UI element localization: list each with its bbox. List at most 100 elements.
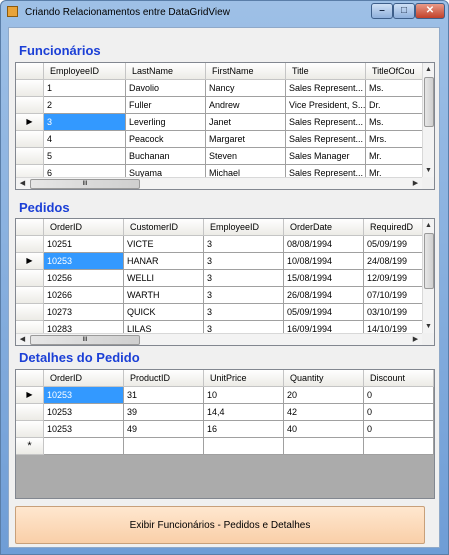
employees-cell[interactable]: 4 bbox=[44, 131, 126, 148]
employees-cell[interactable]: Leverling bbox=[126, 114, 206, 131]
orders-cell[interactable]: 08/08/1994 bbox=[284, 236, 364, 253]
employees-row-header[interactable] bbox=[16, 97, 44, 114]
employees-cell[interactable]: Margaret bbox=[206, 131, 286, 148]
orders-cell[interactable]: 3 bbox=[204, 270, 284, 287]
details-column-header[interactable]: OrderID bbox=[44, 370, 124, 387]
employees-horizontal-scrollbar[interactable]: ◀ III ▶ bbox=[16, 177, 422, 189]
employees-cell[interactable]: Buchanan bbox=[126, 148, 206, 165]
employees-row-header[interactable]: ▶ bbox=[16, 114, 44, 131]
orders-column-header[interactable]: OrderDate bbox=[284, 219, 364, 236]
employees-vertical-scrollbar[interactable]: ▲ ▼ bbox=[422, 63, 434, 177]
employees-cell[interactable]: Dr. bbox=[366, 97, 422, 114]
orders-cell[interactable]: 3 bbox=[204, 253, 284, 270]
orders-cell[interactable]: 26/08/1994 bbox=[284, 287, 364, 304]
orders-row-header[interactable] bbox=[16, 321, 44, 333]
orders-cell[interactable]: 3 bbox=[204, 304, 284, 321]
details-row-header[interactable] bbox=[16, 404, 44, 421]
employees-cell[interactable]: 1 bbox=[44, 80, 126, 97]
details-cell[interactable]: 0 bbox=[364, 387, 434, 404]
scroll-down-arrow-icon[interactable]: ▼ bbox=[423, 165, 434, 176]
orders-column-header[interactable]: EmployeeID bbox=[204, 219, 284, 236]
scroll-left-arrow-icon[interactable]: ◀ bbox=[17, 334, 28, 345]
orders-cell[interactable]: 10253 bbox=[44, 253, 124, 270]
employees-cell[interactable]: Vice President, S... bbox=[286, 97, 366, 114]
details-new-row-cell[interactable] bbox=[44, 438, 124, 455]
orders-cell[interactable]: 24/08/199 bbox=[364, 253, 422, 270]
employees-column-header[interactable]: Title bbox=[286, 63, 366, 80]
orders-row-header[interactable] bbox=[16, 270, 44, 287]
employees-cell[interactable]: Ms. bbox=[366, 114, 422, 131]
orders-cell[interactable]: 10/08/1994 bbox=[284, 253, 364, 270]
orders-vertical-scrollbar[interactable]: ▲ ▼ bbox=[422, 219, 434, 333]
details-cell[interactable]: 40 bbox=[284, 421, 364, 438]
details-row-header[interactable] bbox=[16, 421, 44, 438]
orders-cell[interactable]: 3 bbox=[204, 287, 284, 304]
orders-horizontal-scroll-thumb[interactable]: III bbox=[30, 335, 140, 345]
details-cell[interactable]: 10253 bbox=[44, 404, 124, 421]
employees-cell[interactable]: 5 bbox=[44, 148, 126, 165]
details-cell[interactable]: 10 bbox=[204, 387, 284, 404]
details-cell[interactable]: 0 bbox=[364, 421, 434, 438]
orders-cell[interactable]: 3 bbox=[204, 236, 284, 253]
orders-row-header[interactable] bbox=[16, 304, 44, 321]
orders-cell[interactable]: HANAR bbox=[124, 253, 204, 270]
orders-cell[interactable]: WELLI bbox=[124, 270, 204, 287]
orders-cell[interactable]: 05/09/1994 bbox=[284, 304, 364, 321]
employees-column-header[interactable]: FirstName bbox=[206, 63, 286, 80]
details-cell[interactable]: 49 bbox=[124, 421, 204, 438]
employees-cell[interactable]: Nancy bbox=[206, 80, 286, 97]
details-cell[interactable]: 0 bbox=[364, 404, 434, 421]
details-cell[interactable]: 42 bbox=[284, 404, 364, 421]
employees-cell[interactable]: Suyama bbox=[126, 165, 206, 177]
employees-cell[interactable]: Mr. bbox=[366, 165, 422, 177]
scroll-up-arrow-icon[interactable]: ▲ bbox=[423, 64, 434, 75]
employees-row-header[interactable] bbox=[16, 80, 44, 97]
show-all-button[interactable]: Exibir Funcionários - Pedidos e Detalhes bbox=[15, 506, 425, 544]
employees-column-header[interactable]: TitleOfCou bbox=[366, 63, 422, 80]
employees-cell[interactable]: Sales Manager bbox=[286, 148, 366, 165]
details-cell[interactable]: 10253 bbox=[44, 387, 124, 404]
scroll-right-arrow-icon[interactable]: ▶ bbox=[410, 178, 421, 189]
title-bar[interactable]: Criando Relacionamentos entre DataGridVi… bbox=[1, 1, 448, 23]
employees-grid[interactable]: EmployeeID LastName FirstName Title TitleOfC… bbox=[15, 62, 435, 190]
details-cell[interactable]: 20 bbox=[284, 387, 364, 404]
orders-cell[interactable]: 10266 bbox=[44, 287, 124, 304]
employees-cell[interactable]: Steven bbox=[206, 148, 286, 165]
employees-row-header[interactable] bbox=[16, 131, 44, 148]
details-column-header[interactable]: Discount bbox=[364, 370, 434, 387]
employees-cell[interactable]: Sales Represent... bbox=[286, 165, 366, 177]
order-details-grid[interactable]: OrderID ProductID UnitPrice Quantity Discoun… bbox=[15, 369, 435, 499]
employees-horizontal-scroll-thumb[interactable]: III bbox=[30, 179, 140, 189]
details-new-row-cell[interactable] bbox=[204, 438, 284, 455]
orders-cell[interactable]: 10273 bbox=[44, 304, 124, 321]
scroll-up-arrow-icon[interactable]: ▲ bbox=[423, 220, 434, 231]
details-cell[interactable]: 39 bbox=[124, 404, 204, 421]
employees-cell[interactable]: Fuller bbox=[126, 97, 206, 114]
details-cell[interactable]: 31 bbox=[124, 387, 204, 404]
employees-column-header[interactable]: LastName bbox=[126, 63, 206, 80]
employees-cell[interactable]: 2 bbox=[44, 97, 126, 114]
employees-row-header[interactable] bbox=[16, 148, 44, 165]
scroll-left-arrow-icon[interactable]: ◀ bbox=[17, 178, 28, 189]
orders-column-header[interactable]: RequiredD bbox=[364, 219, 422, 236]
orders-vertical-scroll-thumb[interactable] bbox=[424, 233, 434, 289]
maximize-button[interactable]: □ bbox=[393, 3, 415, 19]
orders-cell[interactable]: QUICK bbox=[124, 304, 204, 321]
details-column-header[interactable]: Quantity bbox=[284, 370, 364, 387]
employees-cell[interactable]: Ms. bbox=[366, 80, 422, 97]
scroll-down-arrow-icon[interactable]: ▼ bbox=[423, 321, 434, 332]
details-row-header[interactable]: ▶ bbox=[16, 387, 44, 404]
details-new-row-cell[interactable] bbox=[124, 438, 204, 455]
orders-cell[interactable]: 10251 bbox=[44, 236, 124, 253]
details-new-row-cell[interactable] bbox=[284, 438, 364, 455]
minimize-button[interactable]: – bbox=[371, 3, 393, 19]
employees-cell[interactable]: Davolio bbox=[126, 80, 206, 97]
details-cell[interactable]: 16 bbox=[204, 421, 284, 438]
employees-cell[interactable]: Mr. bbox=[366, 148, 422, 165]
employees-cell[interactable]: 6 bbox=[44, 165, 126, 177]
orders-cell[interactable]: 07/10/199 bbox=[364, 287, 422, 304]
details-column-header[interactable]: ProductID bbox=[124, 370, 204, 387]
details-new-row-header[interactable]: * bbox=[16, 438, 44, 455]
orders-cell[interactable]: 03/10/199 bbox=[364, 304, 422, 321]
employees-cell[interactable]: Michael bbox=[206, 165, 286, 177]
